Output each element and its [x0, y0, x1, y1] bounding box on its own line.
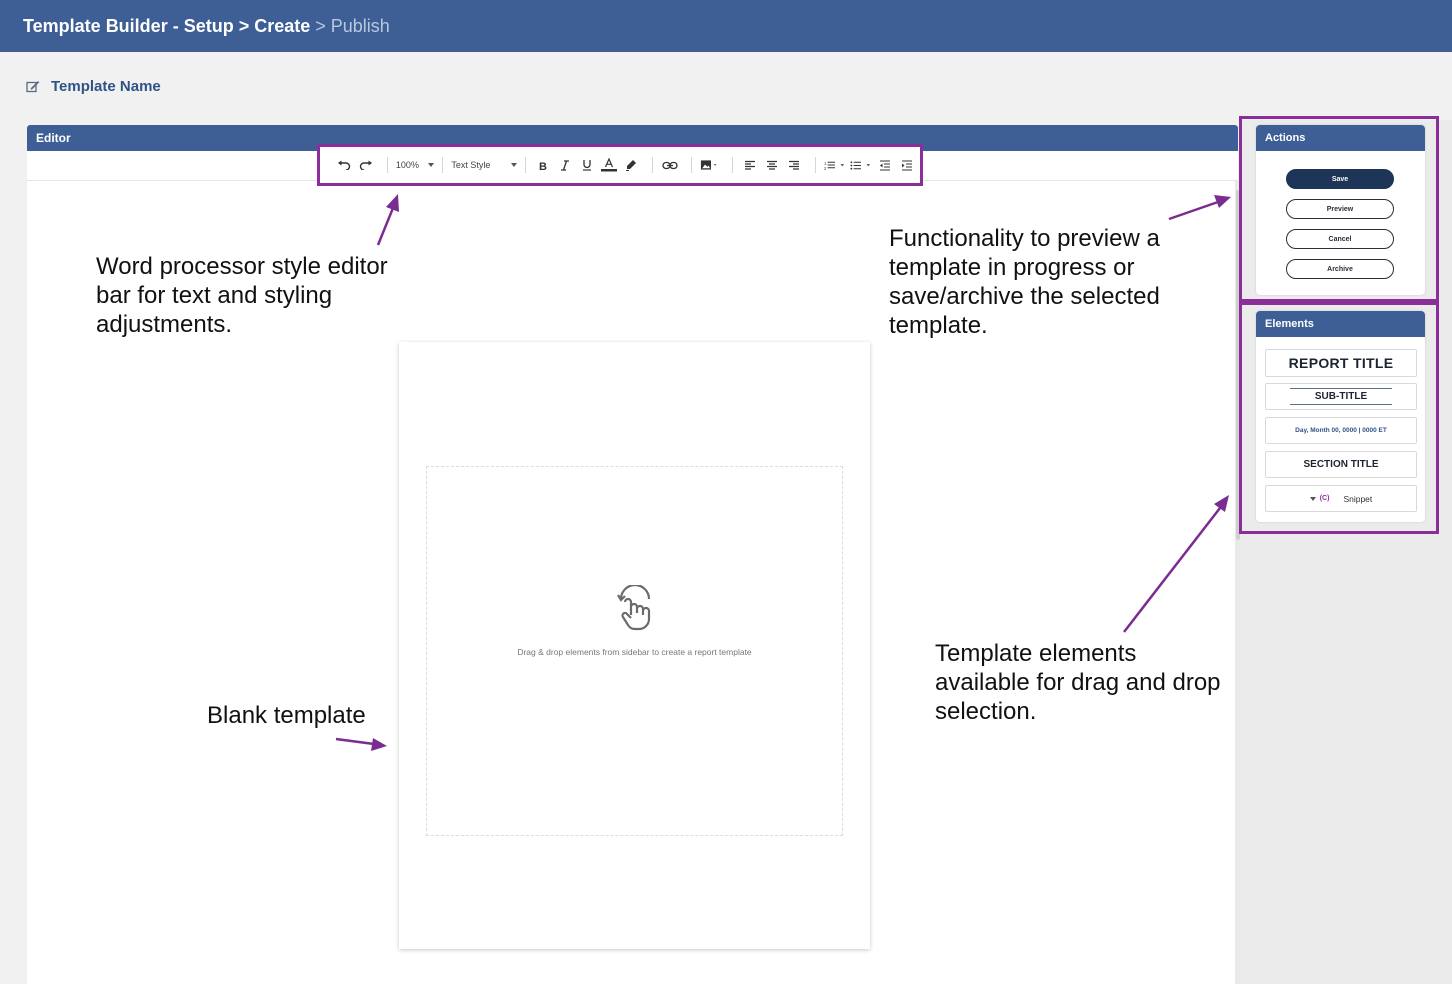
toolbar-divider [732, 157, 734, 173]
highlight-icon[interactable] [622, 155, 640, 175]
caret-down-icon [511, 163, 518, 167]
text-style-value: Text Style [451, 160, 491, 170]
annotation-actions: Functionality to preview a template in p… [889, 225, 1160, 339]
elements-highlight-box [1239, 302, 1439, 534]
step-create[interactable]: Create [254, 16, 310, 37]
toolbar-divider [815, 157, 817, 173]
app-title: Template Builder [23, 15, 168, 36]
align-center-icon[interactable] [763, 155, 781, 175]
breadcrumb-separator: > [238, 15, 250, 36]
step-publish[interactable]: Publish [331, 16, 390, 37]
template-name-row[interactable]: Template Name [26, 78, 161, 95]
zoom-value: 100% [395, 160, 419, 170]
editor-toolbar: 100% Text Style B 12 [317, 144, 923, 186]
annotation-toolbar: Word processor style editor bar for text… [96, 253, 388, 338]
blank-template-page[interactable]: Drag & drop elements from sidebar to cre… [399, 342, 870, 949]
title-dash: - [172, 15, 179, 36]
header-bar: Template Builder - Setup > Create > Publ… [0, 0, 1452, 52]
actions-highlight-box [1239, 116, 1439, 302]
align-left-icon[interactable] [741, 155, 759, 175]
annotation-blank-template: Blank template [207, 702, 366, 729]
image-icon[interactable] [700, 155, 720, 175]
toolbar-divider [652, 157, 654, 173]
breadcrumb-separator: > [315, 15, 326, 36]
toolbar-divider [442, 157, 444, 173]
template-name-label[interactable]: Template Name [51, 78, 161, 95]
indent-decrease-icon[interactable] [876, 155, 894, 175]
text-style-select[interactable]: Text Style [451, 155, 518, 175]
numbered-list-icon[interactable]: 12 [824, 155, 846, 175]
bullet-list-icon[interactable] [850, 155, 872, 175]
drop-zone[interactable]: Drag & drop elements from sidebar to cre… [426, 466, 843, 836]
svg-text:B: B [539, 161, 547, 171]
drop-hint-text: Drag & drop elements from sidebar to cre… [517, 647, 752, 657]
align-right-icon[interactable] [785, 155, 803, 175]
bold-icon[interactable]: B [534, 155, 552, 175]
svg-text:2: 2 [824, 166, 827, 171]
toolbar-divider [525, 157, 527, 173]
redo-icon[interactable] [357, 155, 375, 175]
toolbar-divider [691, 157, 693, 173]
italic-icon[interactable] [556, 155, 574, 175]
edit-icon[interactable] [26, 80, 40, 93]
link-icon[interactable] [661, 155, 679, 175]
annotation-elements: Template elements available for drag and… [935, 640, 1221, 725]
underline-icon[interactable] [578, 155, 596, 175]
zoom-select[interactable]: 100% [395, 155, 435, 175]
step-setup[interactable]: Setup [184, 16, 234, 37]
toolbar-divider [387, 157, 388, 173]
undo-icon[interactable] [335, 155, 353, 175]
font-color-icon[interactable] [600, 155, 618, 175]
caret-down-icon [428, 163, 435, 167]
indent-increase-icon[interactable] [898, 155, 916, 175]
drag-hand-icon [617, 585, 651, 631]
